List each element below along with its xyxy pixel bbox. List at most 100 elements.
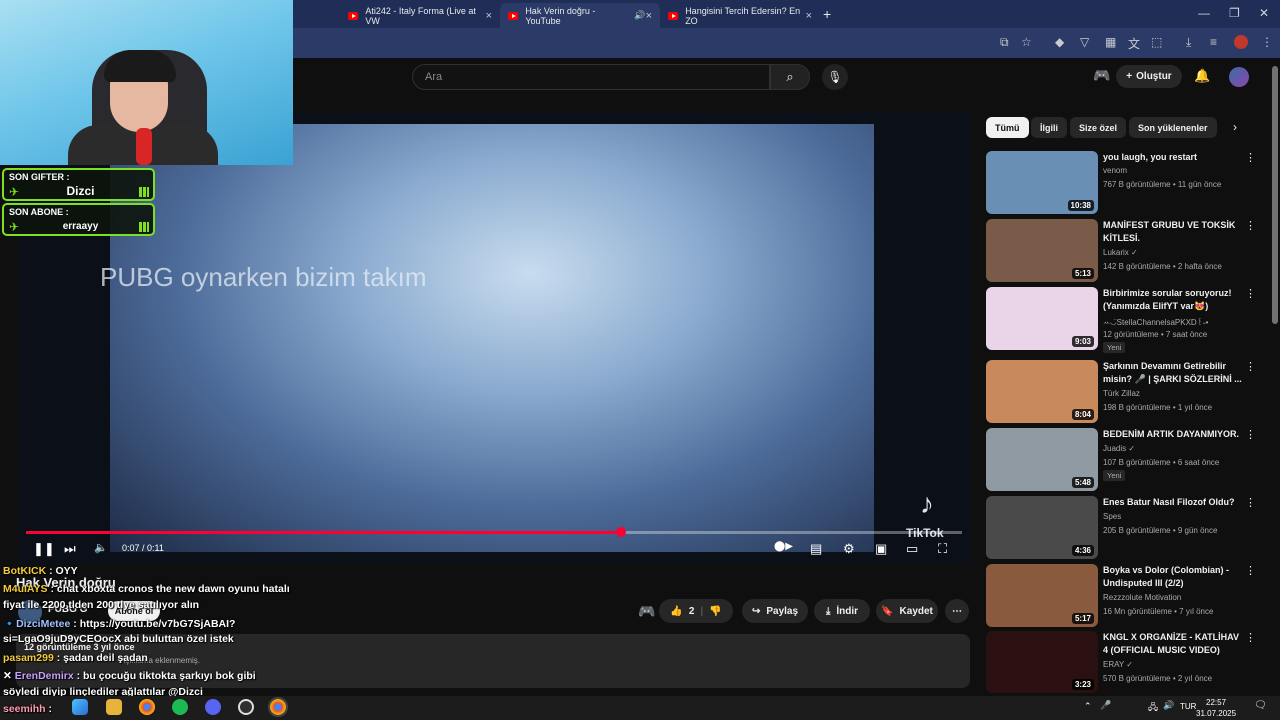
more-dots-icon[interactable]: ⋮ [1245, 360, 1256, 373]
recommendation-channel[interactable]: Türk Zillaz [1103, 389, 1140, 398]
chip-for-you[interactable]: Size özel [1070, 117, 1127, 138]
search-button[interactable]: ⌕ [770, 64, 810, 90]
save-button[interactable]: 🔖 Kaydet [876, 599, 938, 623]
recommendation-item[interactable]: 3:23 KNGL X ORGANİZE - KATLİHAV 4 (OFFIC… [986, 631, 1256, 693]
recommendation-title[interactable]: MANİFEST GRUBU VE TOKSİK KİTLESİ. [1103, 219, 1243, 245]
file-explorer-icon[interactable] [106, 699, 122, 715]
recommendation-channel[interactable]: Rezzzolute Motivation [1103, 593, 1181, 602]
tray-chevron-icon[interactable]: ⌃ [1084, 701, 1092, 712]
taskbar-app-icon[interactable] [72, 699, 88, 715]
restore-icon[interactable]: ❐ [1229, 6, 1240, 20]
tab-ati242[interactable]: Ati242 - Italy Forma (Live at VW × [340, 3, 500, 28]
extension-icon[interactable]: ◆ [1055, 35, 1064, 49]
puzzle-icon[interactable]: ⬚ [1151, 35, 1162, 49]
close-tab-icon[interactable]: × [646, 10, 652, 22]
volume-icon[interactable]: 🔈 [94, 541, 108, 554]
new-tab-button[interactable]: + [823, 6, 831, 22]
tab-hangisini[interactable]: Hangisini Tercih Edersin? En ZO × [660, 3, 820, 28]
extension-icon[interactable]: ▦ [1105, 35, 1116, 49]
bell-icon[interactable]: 🔔 [1194, 68, 1210, 84]
translate-icon[interactable]: 文 [1128, 35, 1140, 52]
share-button[interactable]: ↪ Paylaş [742, 599, 808, 623]
video-thumbnail[interactable]: 5:13 [986, 219, 1098, 282]
recommendation-item[interactable]: 5:17 Boyka vs Dolor (Colombian) - Undisp… [986, 564, 1256, 628]
gamepad-icon[interactable]: 🎮 [1093, 67, 1110, 84]
chip-recent[interactable]: Son yüklenenler [1129, 117, 1217, 138]
video-player[interactable]: PUBG oynarken bizim takım [18, 112, 970, 564]
recommendation-item[interactable]: 10:38 you laugh, you restart venom 767 B… [986, 151, 1256, 215]
close-tab-icon[interactable]: × [806, 10, 812, 22]
chip-all[interactable]: Tümü [986, 117, 1029, 138]
more-dots-icon[interactable]: ⋮ [1245, 287, 1256, 300]
clock[interactable]: 22:57 31.07.2025 [1196, 697, 1236, 719]
chip-related[interactable]: İlgili [1031, 117, 1067, 138]
autoplay-toggle[interactable]: ⬤▶ [774, 541, 793, 552]
recommendation-channel[interactable]: ERAY ✓ [1103, 660, 1133, 669]
close-tab-icon[interactable]: × [486, 10, 492, 22]
recommendation-title[interactable]: you laugh, you restart [1103, 151, 1243, 164]
bookmark-star-icon[interactable]: ☆ [1021, 35, 1032, 49]
download-button[interactable]: ⤓ İndir [814, 599, 870, 623]
video-thumbnail[interactable]: 9:03 [986, 287, 1098, 350]
menu-dots-icon[interactable]: ⋮ [1261, 35, 1273, 49]
recommendation-channel[interactable]: Spes [1103, 512, 1121, 521]
close-window-icon[interactable]: ✕ [1259, 6, 1269, 20]
discord-icon[interactable] [205, 699, 221, 715]
media-icon[interactable]: ≡ [1210, 35, 1217, 49]
more-actions-button[interactable]: ⋯ [945, 599, 969, 623]
like-icon[interactable]: 👍 [670, 606, 682, 617]
page-scrollbar[interactable] [1272, 66, 1278, 324]
minimize-icon[interactable]: — [1198, 6, 1210, 20]
more-dots-icon[interactable]: ⋮ [1245, 564, 1256, 577]
theater-mode-icon[interactable]: ▭ [906, 541, 918, 557]
volume-icon[interactable]: 🔊 [1163, 700, 1174, 711]
next-icon[interactable]: ⏭ [64, 541, 76, 557]
recommendation-item[interactable]: 9:03 Birbirimize sorular soruyoruz! (Yan… [986, 287, 1256, 353]
search-input[interactable]: Ara [412, 64, 770, 90]
create-button[interactable]: + Oluştur [1116, 65, 1182, 88]
more-dots-icon[interactable]: ⋮ [1245, 219, 1256, 232]
recommendation-title[interactable]: BEDENİM ARTIK DAYANMIYOR. [1103, 428, 1243, 441]
recommendation-item[interactable]: 8:04 Şarkının Devamını Getirebilir misin… [986, 360, 1256, 424]
tray-mic-icon[interactable]: 🎤 [1100, 700, 1111, 711]
gamepad-icon[interactable]: 🎮 [638, 603, 655, 620]
more-dots-icon[interactable]: ⋮ [1245, 631, 1256, 644]
video-thumbnail[interactable]: 5:48 [986, 428, 1098, 491]
video-thumbnail[interactable]: 10:38 [986, 151, 1098, 214]
recommendation-item[interactable]: 4:36 Enes Batur Nasıl Filozof Oldu? Spes… [986, 496, 1256, 560]
chevron-right-icon[interactable]: › [1233, 120, 1237, 134]
chrome-icon[interactable] [268, 697, 288, 717]
language-indicator[interactable]: TUR [1180, 702, 1196, 711]
video-thumbnail[interactable]: 3:23 [986, 631, 1098, 693]
recommendation-item[interactable]: 5:13 MANİFEST GRUBU VE TOKSİK KİTLESİ. L… [986, 219, 1256, 283]
recommendation-title[interactable]: Şarkının Devamını Getirebilir misin? 🎤 |… [1103, 360, 1243, 386]
more-dots-icon[interactable]: ⋮ [1245, 151, 1256, 164]
miniplayer-icon[interactable]: ▣ [875, 541, 887, 557]
speaker-icon[interactable]: 🔊 [634, 10, 645, 21]
recommendation-title[interactable]: Enes Batur Nasıl Filozof Oldu? [1103, 496, 1243, 509]
fullscreen-icon[interactable]: ⛶ [938, 541, 947, 557]
recommendation-title[interactable]: Birbirimize sorular soruyoruz! (Yanımızd… [1103, 287, 1243, 313]
settings-gear-icon[interactable]: ⚙ [843, 541, 855, 557]
recommendation-title[interactable]: Boyka vs Dolor (Colombian) - Undisputed … [1103, 564, 1243, 590]
obs-icon[interactable] [238, 699, 254, 715]
recommendation-item[interactable]: 5:48 BEDENİM ARTIK DAYANMIYOR. Juadis ✓ … [986, 428, 1256, 492]
video-thumbnail[interactable]: 8:04 [986, 360, 1098, 423]
download-icon[interactable]: ⤓ [1186, 35, 1191, 50]
recommendation-title[interactable]: KNGL X ORGANİZE - KATLİHAV 4 (OFFICIAL M… [1103, 631, 1243, 657]
chrome-icon[interactable] [139, 699, 155, 715]
more-dots-icon[interactable]: ⋮ [1245, 428, 1256, 441]
more-dots-icon[interactable]: ⋮ [1245, 496, 1256, 509]
tab-hak-verin[interactable]: Hak Verin doğru - YouTube 🔊 × [500, 3, 660, 28]
profile-avatar[interactable] [1234, 35, 1248, 49]
spotify-icon[interactable] [172, 699, 188, 715]
video-thumbnail[interactable]: 5:17 [986, 564, 1098, 627]
cast-icon[interactable]: ⧉ [1000, 35, 1009, 50]
recommendation-channel[interactable]: Lukarix ✓ [1103, 248, 1138, 257]
extension-icon[interactable]: ▽ [1080, 35, 1089, 49]
recommendation-channel[interactable]: venom [1103, 166, 1127, 175]
notifications-icon[interactable]: 🗨 [1254, 700, 1267, 711]
voice-search-button[interactable]: 🎙 [822, 64, 848, 90]
subtitles-icon[interactable]: ▤ [810, 541, 822, 557]
recommendation-channel[interactable]: ꕀ◡̈StellaChannelsaPKXD꒰˶• [1103, 316, 1208, 328]
